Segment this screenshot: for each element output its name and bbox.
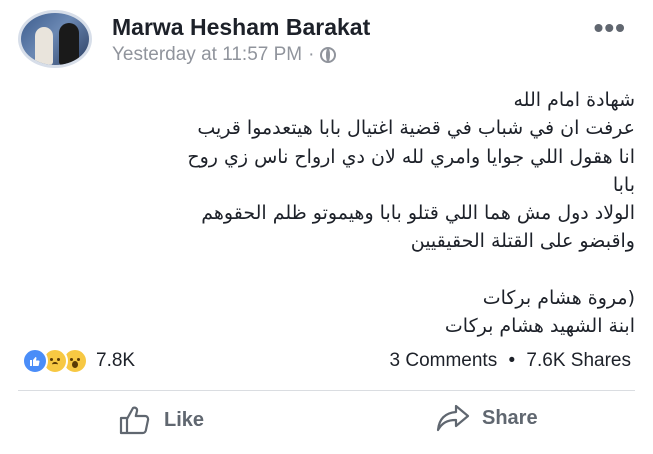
more-options-button[interactable]: ••• — [594, 12, 626, 44]
author-name[interactable]: Marwa Hesham Barakat — [112, 14, 370, 41]
post-line: انا هقول اللي جوايا وامري لله لان دي ارو… — [187, 145, 635, 168]
thumbs-up-icon — [119, 406, 150, 435]
post-meta: Yesterday at 11:57 PM · — [112, 44, 337, 66]
facebook-post: Marwa Hesham Barakat Yesterday at 11:57 … — [0, 0, 653, 454]
divider — [18, 390, 635, 391]
shares-count[interactable]: 7.6K Shares — [526, 350, 631, 371]
post-line: الولاد دول مش هما اللي قتلو بابا وهيموتو… — [201, 202, 635, 225]
post-blank-line — [15, 256, 635, 284]
avatar-figure — [59, 23, 79, 65]
meta-separator: · — [308, 44, 315, 65]
post-line: (مروة هشام بركات — [482, 286, 635, 309]
like-label: Like — [164, 408, 205, 431]
like-button[interactable]: Like — [118, 403, 204, 437]
post-body: شهادة امام الله عرفت ان في شباب في قضية … — [15, 86, 635, 340]
share-button[interactable]: Share — [436, 403, 538, 433]
share-arrow-icon — [436, 404, 470, 432]
post-timestamp[interactable]: Yesterday at 11:57 PM — [112, 44, 302, 66]
post-header: Marwa Hesham Barakat Yesterday at 11:57 … — [18, 10, 638, 72]
post-line: عرفت ان في شباب في قضية اغتيال بابا هيتع… — [197, 117, 635, 140]
post-line: بابا — [612, 173, 635, 196]
post-line: شهادة امام الله — [513, 89, 635, 111]
reactions-summary[interactable]: 7.8K — [22, 348, 135, 374]
author-avatar[interactable] — [18, 10, 92, 68]
comments-count[interactable]: 3 Comments — [390, 350, 498, 371]
globe-icon[interactable] — [320, 47, 337, 63]
share-label: Share — [482, 406, 538, 429]
post-line: واقبضو على القتلة الحقيقيين — [410, 230, 635, 253]
engagement-stats: 3 Comments • 7.6K Shares — [390, 350, 632, 372]
post-line: ابنة الشهيد هشام بركات — [444, 315, 635, 338]
avatar-figure — [35, 27, 53, 65]
stats-separator: • — [508, 350, 516, 371]
reaction-count[interactable]: 7.8K — [96, 350, 135, 372]
like-reaction-icon — [22, 348, 48, 374]
